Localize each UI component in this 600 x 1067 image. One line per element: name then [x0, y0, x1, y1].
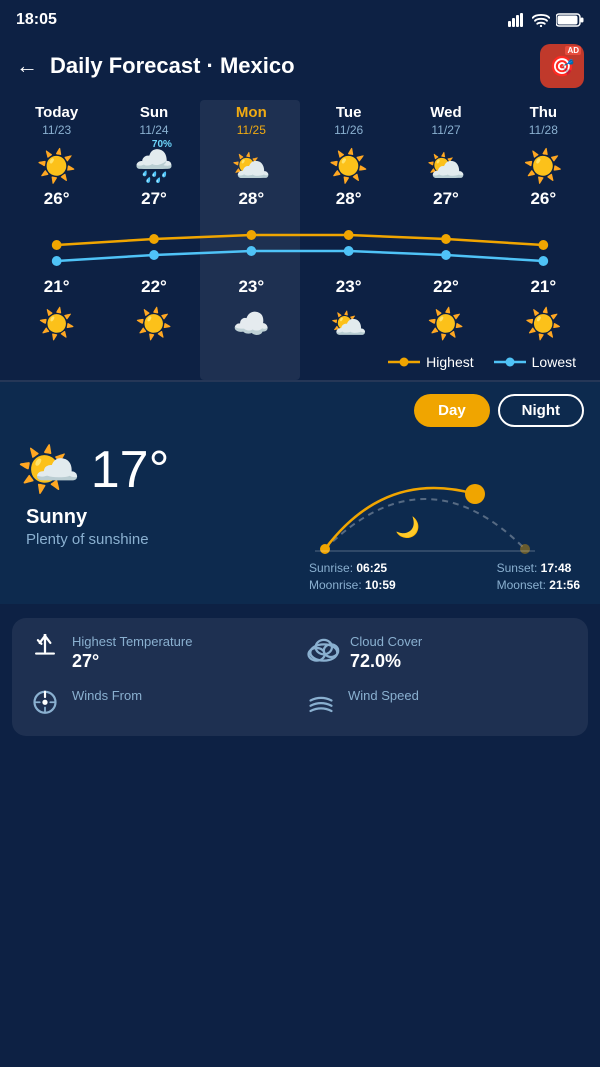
header-left: ← Daily Forecast · Mexico: [16, 53, 295, 79]
icon-sun: 🌧️ 70%: [105, 147, 202, 185]
current-condition: Sunny: [26, 506, 295, 529]
legend-row: Highest Lowest: [8, 350, 592, 380]
wind-speed-info: Wind Speed: [348, 688, 572, 705]
page-title: Daily Forecast · Mexico: [50, 53, 295, 79]
wind-from-icon: [28, 688, 62, 720]
status-bar: 18:05: [0, 0, 600, 36]
high-temps-row: 26° 27° 28° 28° 27° 26°: [8, 189, 592, 209]
bottom-icons-row: ☀️ ☀️ ☁️ ⛅ ☀️ ☀️: [8, 297, 592, 350]
status-icons: [508, 13, 584, 27]
back-button[interactable]: ←: [16, 53, 38, 79]
current-top: 🌤️ 17°: [16, 439, 295, 500]
wifi-icon: [532, 13, 550, 27]
low-temps-row: 21° 22° 23° 23° 22° 21°: [8, 277, 592, 297]
weather-icons-row: ☀️ 🌧️ 70% ⛅ ☀️ ⛅ ☀️: [8, 141, 592, 189]
sun-arc-container: 🌙: [305, 439, 545, 569]
day-night-toggle: Day Night: [16, 394, 584, 427]
icon-today: ☀️: [8, 147, 105, 185]
header: ← Daily Forecast · Mexico 🎯: [0, 36, 600, 100]
day-mon[interactable]: Mon 11/25: [203, 104, 300, 137]
day-tue[interactable]: Tue 11/26: [300, 104, 397, 137]
cloud-cover-info: Cloud Cover 72.0%: [350, 634, 572, 672]
signal-icon: [508, 13, 526, 27]
day-night-section: Day Night 🌤️ 17° Sunny Plenty of sunshin…: [0, 382, 600, 604]
icon-thu: ☀️: [495, 147, 592, 185]
status-time: 18:05: [16, 11, 57, 29]
current-left: 🌤️ 17° Sunny Plenty of sunshine: [16, 439, 295, 548]
ad-badge[interactable]: 🎯: [540, 44, 584, 88]
current-desc: Plenty of sunshine: [26, 531, 295, 548]
day-today[interactable]: Today 11/23: [8, 104, 105, 137]
day-wed[interactable]: Wed 11/27: [397, 104, 494, 137]
highest-temp-info: Highest Temperature 27°: [72, 634, 296, 672]
icon-tue: ☀️: [300, 147, 397, 185]
winds-from-info: Winds From: [72, 688, 296, 705]
temp-chart: [8, 213, 592, 273]
stat-winds-from: Winds From: [28, 688, 296, 720]
days-row: Today 11/23 Sun 11/24 Mon 11/25 Tue 11/2…: [8, 100, 592, 141]
current-temp: 17°: [91, 440, 170, 500]
forecast-section: Today 11/23 Sun 11/24 Mon 11/25 Tue 11/2…: [0, 100, 600, 380]
icon-mon: ⛅: [203, 147, 300, 185]
legend-highest: Highest: [388, 354, 473, 370]
stats-section: Highest Temperature 27° Cloud Cover 72.0…: [12, 618, 588, 736]
day-button[interactable]: Day: [414, 394, 490, 427]
battery-icon: [556, 13, 584, 27]
svg-text:🌙: 🌙: [395, 515, 420, 539]
legend-lowest: Lowest: [494, 354, 576, 370]
current-weather: 🌤️ 17° Sunny Plenty of sunshine 🌙: [16, 439, 584, 592]
stat-highest-temp: Highest Temperature 27°: [28, 634, 296, 672]
stat-wind-speed: Wind Speed: [304, 688, 572, 720]
current-sun-icon: 🌤️: [16, 439, 81, 500]
icon-wed: ⛅: [397, 147, 494, 185]
cloud-icon: [304, 634, 340, 662]
sun-arc-area: 🌙 Sunrise: 06:25 Moonrise: [295, 439, 584, 592]
stat-cloud-cover: Cloud Cover 72.0%: [304, 634, 572, 672]
day-thu[interactable]: Thu 11/28: [495, 104, 592, 137]
wind-speed-icon: [304, 688, 338, 720]
night-button[interactable]: Night: [498, 394, 584, 427]
highest-temp-icon: [28, 634, 62, 666]
day-sun[interactable]: Sun 11/24: [105, 104, 202, 137]
